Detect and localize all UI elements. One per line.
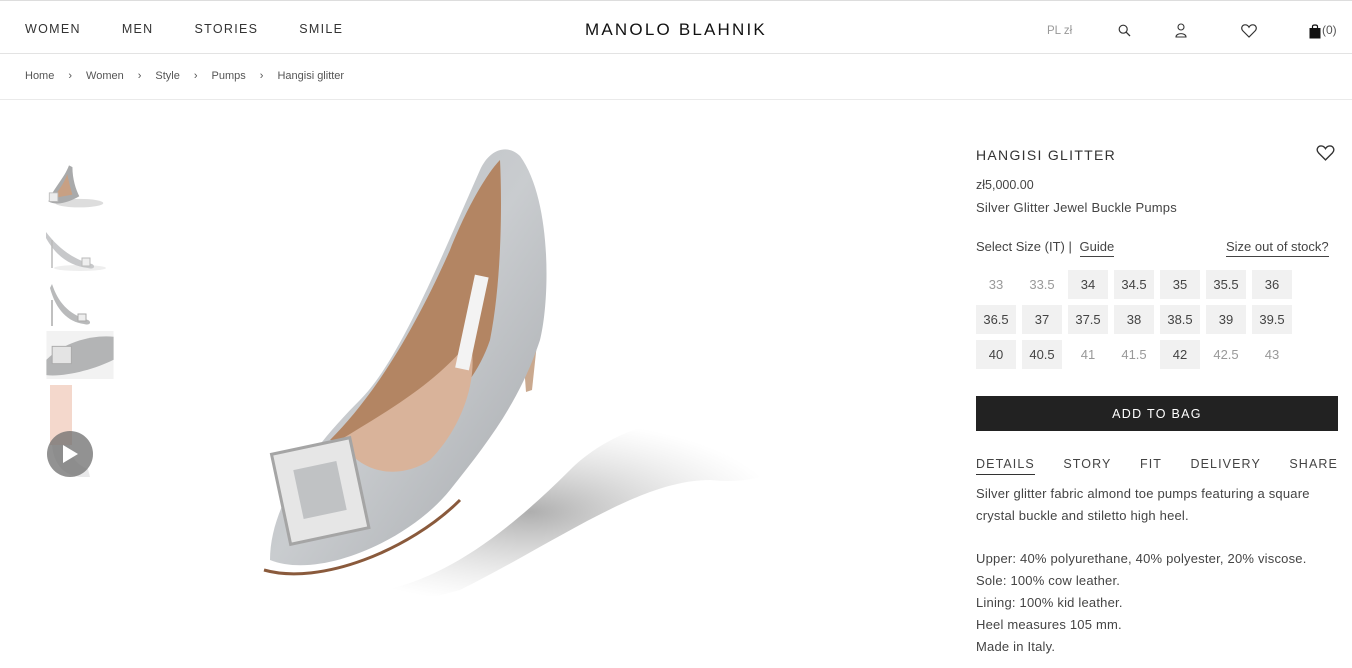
chevron-right-icon: › xyxy=(259,70,264,82)
product-tabs: DETAILS STORY FIT DELIVERY SHARE xyxy=(976,457,1338,475)
size-option[interactable]: 35 xyxy=(1160,270,1200,299)
product-image xyxy=(240,140,800,620)
size-option[interactable]: 35.5 xyxy=(1206,270,1246,299)
spec-sole: Sole: 100% cow leather. xyxy=(976,573,1121,588)
chevron-right-icon: › xyxy=(137,70,142,82)
size-option: 41.5 xyxy=(1121,347,1147,362)
shopping-bag-icon[interactable] xyxy=(1308,22,1321,39)
breadcrumb-style[interactable]: Style xyxy=(155,70,179,82)
size-option[interactable]: 34.5 xyxy=(1114,270,1154,299)
brand-logo[interactable]: MANOLO BLAHNIK xyxy=(0,20,1352,40)
heart-icon[interactable] xyxy=(1316,145,1335,166)
breadcrumb-women[interactable]: Women xyxy=(86,70,124,82)
size-option[interactable]: 38.5 xyxy=(1160,305,1200,334)
breadcrumb-home[interactable]: Home xyxy=(25,70,54,82)
size-option[interactable]: 34 xyxy=(1068,270,1108,299)
size-option[interactable]: 39 xyxy=(1206,305,1246,334)
search-icon[interactable] xyxy=(1117,23,1131,37)
size-grid: 33 33.5 34 34.5 35 35.5 36 36.5 37 37.5 38 38.5 39 39… xyxy=(976,270,1306,375)
size-option[interactable]: 39.5 xyxy=(1252,305,1292,334)
size-option[interactable]: 40 xyxy=(976,340,1016,369)
tab-story[interactable]: STORY xyxy=(1063,457,1111,475)
spec-lining: Lining: 100% kid leather. xyxy=(976,595,1123,610)
size-option: 33 xyxy=(988,277,1004,292)
product-description: Silver glitter fabric almond toe pumps f… xyxy=(976,486,1310,523)
thumbnail-2[interactable] xyxy=(40,226,110,274)
separator: | xyxy=(1068,239,1072,254)
size-option[interactable]: 40.5 xyxy=(1022,340,1062,369)
spec-upper: Upper: 40% polyurethane, 40% polyester, … xyxy=(976,551,1307,566)
spec-heel: Heel measures 105 mm. xyxy=(976,617,1122,632)
size-option[interactable]: 42 xyxy=(1160,340,1200,369)
size-option[interactable]: 37 xyxy=(1022,305,1062,334)
tab-share[interactable]: SHARE xyxy=(1289,457,1338,475)
top-header: WOMEN MEN STORIES SMILE MANOLO BLAHNIK P… xyxy=(0,0,1352,54)
product-title: HANGISI GLITTER xyxy=(976,147,1117,163)
size-option: 43 xyxy=(1264,347,1280,362)
chevron-right-icon: › xyxy=(68,70,73,82)
breadcrumb-pumps[interactable]: Pumps xyxy=(212,70,246,82)
thumbnail-1[interactable] xyxy=(40,162,110,210)
size-option[interactable]: 38 xyxy=(1114,305,1154,334)
product-price: zł5,000.00 xyxy=(976,178,1034,192)
size-option: 33.5 xyxy=(1029,277,1055,292)
size-out-of-stock-link[interactable]: Size out of stock? xyxy=(1226,239,1329,257)
size-option: 42.5 xyxy=(1213,347,1239,362)
breadcrumb: Home › Women › Style › Pumps › Hangisi g… xyxy=(25,70,344,82)
bag-count[interactable]: (0) xyxy=(1322,23,1337,37)
thumbnail-4[interactable] xyxy=(45,331,115,379)
play-icon[interactable] xyxy=(47,431,93,477)
size-option: 41 xyxy=(1080,347,1096,362)
chevron-right-icon: › xyxy=(193,70,198,82)
tab-fit[interactable]: FIT xyxy=(1140,457,1162,475)
add-to-bag-button[interactable]: ADD TO BAG xyxy=(976,396,1338,431)
divider xyxy=(0,99,1352,100)
user-icon[interactable] xyxy=(1174,22,1188,38)
size-option[interactable]: 36 xyxy=(1252,270,1292,299)
spec-origin: Made in Italy. xyxy=(976,639,1056,654)
select-size-row: Select Size (IT) | Guide xyxy=(976,239,1115,257)
size-option[interactable]: 37.5 xyxy=(1068,305,1108,334)
size-guide-link[interactable]: Guide xyxy=(1079,239,1115,257)
size-option[interactable]: 36.5 xyxy=(976,305,1016,334)
heart-icon[interactable] xyxy=(1240,23,1257,38)
thumbnail-3[interactable] xyxy=(40,280,110,328)
tab-details[interactable]: DETAILS xyxy=(976,457,1035,475)
tab-delivery[interactable]: DELIVERY xyxy=(1190,457,1260,475)
currency-selector[interactable]: PL zł xyxy=(1047,25,1072,43)
product-subtitle: Silver Glitter Jewel Buckle Pumps xyxy=(976,200,1177,215)
select-size-label: Select Size (IT) xyxy=(976,239,1065,254)
breadcrumb-current: Hangisi glitter xyxy=(277,70,345,82)
